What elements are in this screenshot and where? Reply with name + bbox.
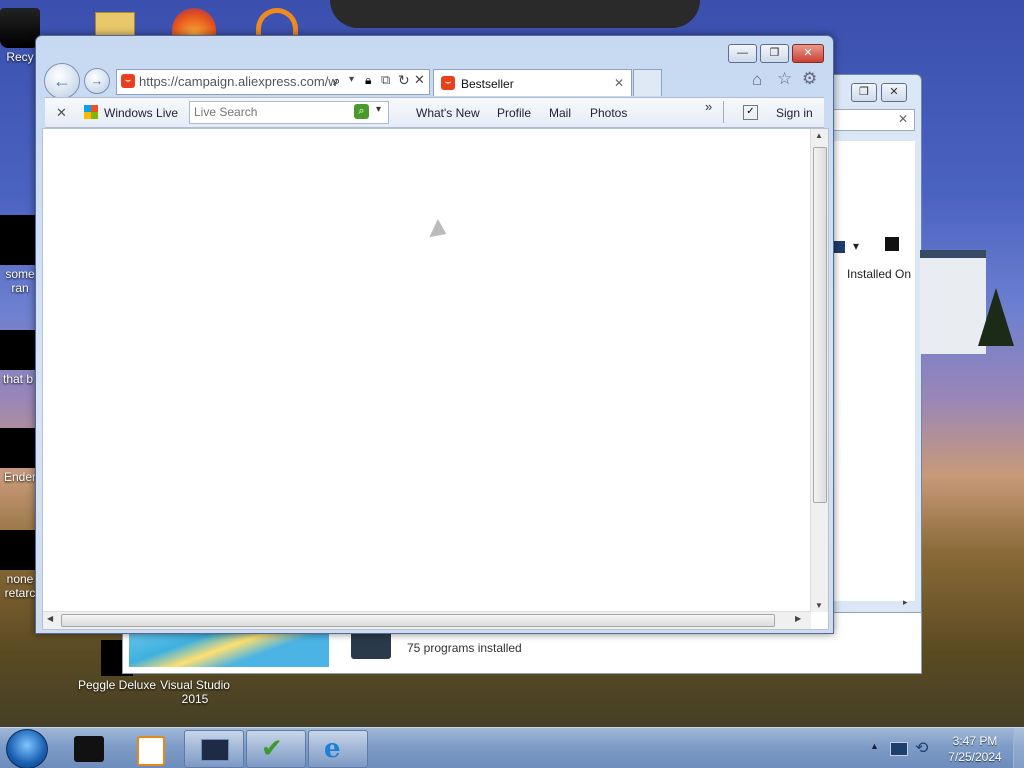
taskbar-internet-explorer[interactable]: e bbox=[308, 730, 368, 768]
toolbar-close-icon[interactable]: ✕ bbox=[56, 105, 67, 121]
internet-explorer-icon: e bbox=[324, 734, 341, 764]
network-icon[interactable] bbox=[890, 742, 908, 756]
app-icon-top[interactable] bbox=[256, 8, 298, 36]
address-url[interactable]: https://campaign.aliexpress.com/w bbox=[139, 74, 338, 89]
back-close-button[interactable]: ✕ bbox=[881, 83, 907, 102]
show-desktop-button[interactable] bbox=[1013, 728, 1024, 768]
checkbox-icon[interactable]: ✓ bbox=[743, 105, 758, 120]
tab-title: Bestseller bbox=[461, 77, 514, 91]
scroll-up-icon[interactable]: ▲ bbox=[815, 131, 823, 140]
scroll-right-icon[interactable]: ▶ bbox=[795, 614, 801, 623]
minimize-button[interactable]: — bbox=[728, 44, 757, 63]
home-icon[interactable]: ⌂ bbox=[752, 70, 762, 90]
aliexpress-favicon: ⌣ bbox=[441, 76, 455, 90]
windows-live-toolbar: ✕ Windows Live Live Search ⌕ ▾ What's Ne… bbox=[45, 97, 824, 128]
vertical-scroll-thumb[interactable] bbox=[813, 147, 827, 503]
firefox-icon[interactable] bbox=[172, 8, 216, 36]
vertical-scrollbar[interactable]: ▲ ▼ bbox=[810, 129, 828, 612]
clock[interactable]: 3:47 PM 7/25/2024 bbox=[940, 733, 1010, 765]
taskbar-programs-window[interactable] bbox=[184, 730, 244, 768]
new-tab-button[interactable] bbox=[633, 69, 662, 96]
programs-count: 75 programs installed bbox=[407, 641, 522, 655]
desktop-icon-label: Peggle Deluxe bbox=[77, 678, 157, 692]
scroll-down-icon[interactable]: ▼ bbox=[815, 601, 823, 610]
more-chevron-icon[interactable]: » bbox=[705, 99, 712, 114]
wallpaper-tree bbox=[978, 288, 1014, 346]
mail-link[interactable]: Mail bbox=[549, 106, 571, 120]
back-restore-button[interactable]: ❐ bbox=[851, 83, 877, 102]
scroll-right-icon[interactable]: ▸ bbox=[903, 597, 908, 608]
compatibility-icon[interactable]: ⧉ bbox=[381, 72, 390, 88]
folder-icon bbox=[0, 215, 40, 265]
checkmark-icon: ✔ bbox=[261, 733, 283, 763]
windows-live-link[interactable]: Windows Live bbox=[104, 106, 178, 120]
app-icon bbox=[0, 428, 40, 468]
address-bar[interactable]: ⌣ https://campaign.aliexpress.com/w ⌕ ▾ … bbox=[116, 69, 430, 95]
chevron-down-icon[interactable]: ▾ bbox=[853, 239, 859, 253]
whats-new-link[interactable]: What's New bbox=[416, 106, 480, 120]
file-icon bbox=[0, 330, 38, 370]
recycle-bin-icon bbox=[0, 8, 40, 48]
programs-icon bbox=[201, 739, 229, 761]
back-content: ▾ Installed On ▸ bbox=[833, 141, 915, 607]
windows-logo-icon bbox=[84, 105, 98, 119]
back-search-box[interactable]: ✕ bbox=[833, 109, 915, 131]
sign-in-link[interactable]: Sign in bbox=[776, 106, 813, 120]
clock-date: 7/25/2024 bbox=[948, 750, 1002, 764]
connection-icon[interactable]: ⟲ bbox=[915, 738, 928, 758]
back-button[interactable]: ← bbox=[44, 63, 80, 99]
tab-close-icon[interactable]: ✕ bbox=[614, 76, 624, 90]
toolbar-divider bbox=[723, 101, 724, 123]
favorites-star-icon[interactable]: ☆ bbox=[777, 69, 792, 89]
live-search-placeholder: Live Search bbox=[194, 105, 258, 119]
lock-icon[interactable]: 🔒︎ bbox=[365, 73, 371, 88]
page-content[interactable]: ▲ ▼ ◀ ▶ bbox=[42, 128, 829, 630]
scroll-left-icon[interactable]: ◀ bbox=[47, 614, 53, 623]
desktop-icon-label: that b bbox=[2, 372, 34, 386]
settings-gear-icon[interactable]: ⚙ bbox=[802, 69, 817, 89]
taskbar-app-icon[interactable] bbox=[74, 736, 104, 762]
stop-icon[interactable]: ✕ bbox=[414, 72, 425, 88]
browser-window[interactable]: — ❐ ✕ ← → ⌣ https://campaign.aliexpress.… bbox=[35, 35, 834, 634]
media-player-icon[interactable] bbox=[137, 736, 165, 766]
mouse-cursor-icon bbox=[429, 218, 451, 244]
profile-link[interactable]: Profile bbox=[497, 106, 531, 120]
desktop-icon-label: Visual Studio 2015 bbox=[160, 678, 230, 706]
view-icon[interactable] bbox=[833, 241, 845, 253]
start-button[interactable] bbox=[6, 729, 48, 768]
aliexpress-favicon: ⌣ bbox=[121, 74, 135, 88]
close-button[interactable]: ✕ bbox=[792, 44, 824, 63]
horizontal-scrollbar[interactable]: ◀ ▶ bbox=[43, 611, 811, 629]
tab-bestseller[interactable]: ⌣ Bestseller ✕ bbox=[433, 69, 632, 96]
wallpaper-house bbox=[920, 250, 986, 354]
taskbar-action-center[interactable]: ✔ bbox=[246, 730, 306, 768]
desktop-icon-label: Recy bbox=[6, 50, 34, 64]
app-icon bbox=[0, 530, 40, 570]
search-icon[interactable]: ⌕ bbox=[333, 73, 340, 89]
live-search-input[interactable]: Live Search ⌕ ▾ bbox=[189, 101, 389, 124]
column-installed-on[interactable]: Installed On bbox=[847, 267, 911, 281]
help-icon[interactable] bbox=[885, 237, 899, 251]
show-hidden-icons[interactable]: ▲ bbox=[870, 741, 879, 751]
chevron-down-icon[interactable]: ▾ bbox=[349, 74, 354, 85]
photos-link[interactable]: Photos bbox=[590, 106, 627, 120]
clock-time: 3:47 PM bbox=[952, 734, 998, 748]
maximize-button[interactable]: ❐ bbox=[760, 44, 789, 63]
forward-button[interactable]: → bbox=[84, 68, 110, 94]
programs-window[interactable]: ❐ ✕ ✕ ▾ Installed On ▸ bbox=[820, 74, 922, 674]
search-go-icon[interactable]: ⌕ bbox=[354, 104, 369, 119]
desktop-icon-label: Ender bbox=[3, 470, 37, 484]
refresh-icon[interactable]: ↻ bbox=[398, 72, 410, 89]
horizontal-scroll-thumb[interactable] bbox=[61, 614, 775, 627]
chevron-down-icon[interactable]: ▾ bbox=[376, 104, 381, 115]
gadget-bar bbox=[330, 0, 700, 28]
taskbar: ✔ e ▲ ⟲ 3:47 PM 7/25/2024 bbox=[0, 727, 1024, 768]
